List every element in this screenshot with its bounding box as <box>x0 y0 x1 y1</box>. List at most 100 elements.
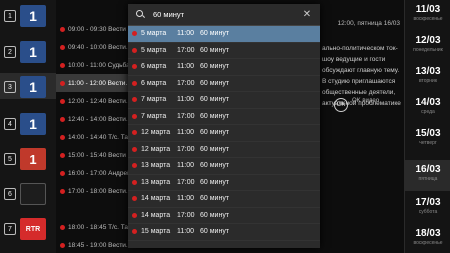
search-results: 5 марта 11:00 60 минут 5 марта 17:00 60 минут… <box>128 26 320 241</box>
date-label: 11/03 <box>415 4 441 15</box>
result-title: 60 минут <box>200 46 230 54</box>
record-dot-icon <box>60 26 65 32</box>
record-dot-icon <box>132 212 137 218</box>
channel-item[interactable]: 7 RTR <box>4 215 54 243</box>
result-time: 11:00 <box>177 63 194 71</box>
channel-item[interactable]: 11 <box>4 2 54 30</box>
result-title: 60 минут <box>200 30 230 38</box>
search-result-row[interactable]: 13 марта 11:00 60 минут <box>128 158 320 175</box>
result-time: 11:00 <box>177 228 194 236</box>
channel-number: 5 <box>4 153 16 165</box>
result-time: 11:00 <box>177 96 194 104</box>
info-header: 12:00, пятница 16/03 <box>337 20 400 27</box>
channel-number: 4 <box>4 118 16 130</box>
result-date: 5 марта <box>141 30 167 38</box>
channel-logo: 1 <box>20 41 46 63</box>
channel-item[interactable]: 31 <box>4 73 54 101</box>
date-item[interactable]: 18/03 воскресенье <box>405 224 450 253</box>
result-title: 60 минут <box>200 145 230 153</box>
channel-item[interactable]: 51 <box>4 145 54 173</box>
date-item[interactable]: 13/03 вторник <box>405 62 450 93</box>
search-result-row[interactable]: 6 марта 17:00 60 минут <box>128 76 320 92</box>
channel-item[interactable]: 21 <box>4 38 54 66</box>
result-title: 60 минут <box>200 79 230 87</box>
date-item[interactable]: 12/03 понедельник <box>405 31 450 62</box>
date-item[interactable]: 11/03 воскресенье <box>405 0 450 31</box>
result-title: 60 минут <box>200 112 230 120</box>
search-result-row[interactable]: 12 марта 17:00 60 минут <box>128 142 320 158</box>
search-result-row[interactable]: 7 марта 11:00 60 минут <box>128 92 320 109</box>
search-input[interactable]: 60 минут <box>153 10 302 19</box>
search-result-row[interactable]: 14 марта 11:00 60 минут <box>128 191 320 208</box>
record-dot-icon <box>60 98 65 104</box>
result-time: 17:00 <box>177 112 195 120</box>
search-result-row[interactable]: 13 марта 17:00 60 минут <box>128 175 320 191</box>
weekday-label: четверг <box>419 140 437 146</box>
weekday-label: понедельник <box>413 47 443 53</box>
record-dot-icon <box>132 31 137 37</box>
result-title: 60 минут <box>200 162 230 170</box>
result-date: 12 марта <box>141 129 171 137</box>
record-dot-icon <box>60 242 65 248</box>
channel-list: 1 1 2 1 3 1 4 1 5 1 6 7 RTR <box>0 0 56 253</box>
result-date: 13 марта <box>141 162 171 170</box>
date-list: 11/03 воскресенье 12/03 понедельник 13/03 вто… <box>404 0 450 253</box>
search-result-row[interactable]: 7 марта 17:00 60 минут <box>128 109 320 125</box>
date-item[interactable]: 15/03 четверг <box>405 124 450 155</box>
channel-number: 6 <box>4 188 16 200</box>
record-dot-icon <box>132 163 137 169</box>
search-result-row[interactable]: 6 марта 11:00 60 минут <box>128 59 320 76</box>
record-dot-icon <box>132 179 137 185</box>
channel-number: 1 <box>4 10 16 22</box>
channel-number: 2 <box>4 46 16 58</box>
date-label: 17/03 <box>415 197 441 208</box>
record-dot-icon <box>60 188 65 194</box>
result-date: 15 марта <box>141 228 171 236</box>
record-dot-icon <box>60 152 65 158</box>
program-title: 12:40 - 14:00 Вести. М <box>68 115 135 123</box>
result-time: 11:00 <box>177 30 194 38</box>
date-item[interactable]: 17/03 суббота <box>405 193 450 224</box>
program-title: 11:00 - 12:00 Вести. М <box>68 79 135 87</box>
search-result-row[interactable]: 15 марта 11:00 60 минут <box>128 224 320 241</box>
result-title: 60 минут <box>200 211 230 219</box>
search-result-row[interactable]: 5 марта 17:00 60 минут <box>128 43 320 59</box>
ok-video-button[interactable]: OK <box>334 98 348 112</box>
result-time: 17:00 <box>177 145 195 153</box>
close-icon[interactable]: ✕ <box>302 9 312 20</box>
search-result-row[interactable]: 12 марта 11:00 60 минут <box>128 125 320 142</box>
record-dot-icon <box>132 47 137 53</box>
program-title: 10:00 - 11:00 Судьба ч <box>68 61 135 69</box>
result-time: 11:00 <box>177 195 194 203</box>
result-date: 7 марта <box>141 112 167 120</box>
weekday-label: суббота <box>418 209 438 215</box>
channel-logo <box>20 183 46 205</box>
date-item[interactable]: 14/03 среда <box>405 93 450 124</box>
search-result-row[interactable]: 5 марта 11:00 60 минут <box>128 26 320 43</box>
result-title: 60 минут <box>200 178 230 186</box>
channel-logo: 1 <box>20 76 46 98</box>
search-result-row[interactable]: 14 марта 17:00 60 минут <box>128 208 320 224</box>
search-icon[interactable] <box>136 10 145 19</box>
program-title: 12:00 - 12:40 Вести. М <box>68 97 135 105</box>
record-dot-icon <box>60 116 65 122</box>
date-label: 16/03 <box>415 164 441 175</box>
record-dot-icon <box>132 130 137 136</box>
date-item[interactable]: 16/03 пятница <box>405 160 450 191</box>
program-title: 09:00 - 09:30 Вести <box>68 25 126 33</box>
record-dot-icon <box>132 113 137 119</box>
weekday-label: вторник <box>418 78 438 84</box>
channel-logo: 1 <box>20 113 46 135</box>
result-title: 60 минут <box>200 129 230 137</box>
channel-item[interactable]: 41 <box>4 110 54 138</box>
channel-logo: RTR <box>20 218 46 240</box>
weekday-label: воскресенье <box>413 240 443 246</box>
program-title: 09:40 - 10:00 Вести. М <box>68 43 135 51</box>
ok-video-label: OK видео <box>352 98 380 104</box>
record-dot-icon <box>132 97 137 103</box>
channel-item[interactable]: 6 <box>4 180 54 208</box>
date-label: 15/03 <box>415 128 441 139</box>
channel-logo: 1 <box>20 5 46 27</box>
channel-number: 7 <box>4 223 16 235</box>
result-date: 12 марта <box>141 145 171 153</box>
